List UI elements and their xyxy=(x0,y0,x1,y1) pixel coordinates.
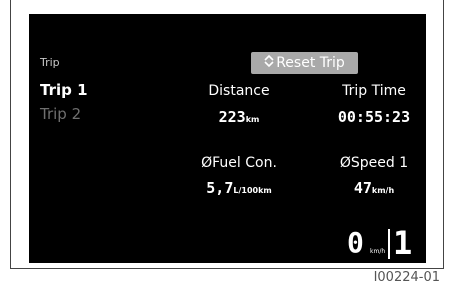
fuel-unit: L/100km xyxy=(233,186,272,195)
fuel-number: 5,7 xyxy=(206,179,234,197)
distance-unit: km xyxy=(245,115,260,124)
reset-trip-button[interactable]: Reset Trip xyxy=(251,52,358,74)
trip-time-value: 00:55:23 xyxy=(337,108,411,126)
average-speed-label: ØSpeed 1 xyxy=(339,155,409,171)
speed-unit: km/h xyxy=(371,186,395,195)
gear-indicator: 1 xyxy=(393,224,413,262)
trip-menu-header: Trip xyxy=(40,56,60,69)
fuel-consumption-label: ØFuel Con. xyxy=(201,155,277,171)
distance-label: Distance xyxy=(208,83,270,99)
current-speed-value: 0 xyxy=(347,226,364,259)
trip-time-label: Trip Time xyxy=(342,83,406,99)
distance-value: 223km xyxy=(194,108,284,126)
speed-number: 47 xyxy=(353,179,372,197)
figure-id-label: I00224-01 xyxy=(373,270,440,285)
status-divider xyxy=(388,229,390,259)
distance-number: 223 xyxy=(218,108,246,126)
average-speed-value: 47km/h xyxy=(329,179,419,197)
instrument-display: Trip Trip 1 Trip 2 Reset Trip Distance 2… xyxy=(29,14,426,263)
fuel-consumption-value: 5,7L/100km xyxy=(194,179,284,197)
menu-item-trip-2[interactable]: Trip 2 xyxy=(40,105,81,123)
reset-trip-label: Reset Trip xyxy=(276,55,345,71)
up-down-arrow-icon xyxy=(264,54,274,68)
current-speed-unit: km/h xyxy=(370,248,386,255)
menu-item-trip-1[interactable]: Trip 1 xyxy=(40,81,88,99)
